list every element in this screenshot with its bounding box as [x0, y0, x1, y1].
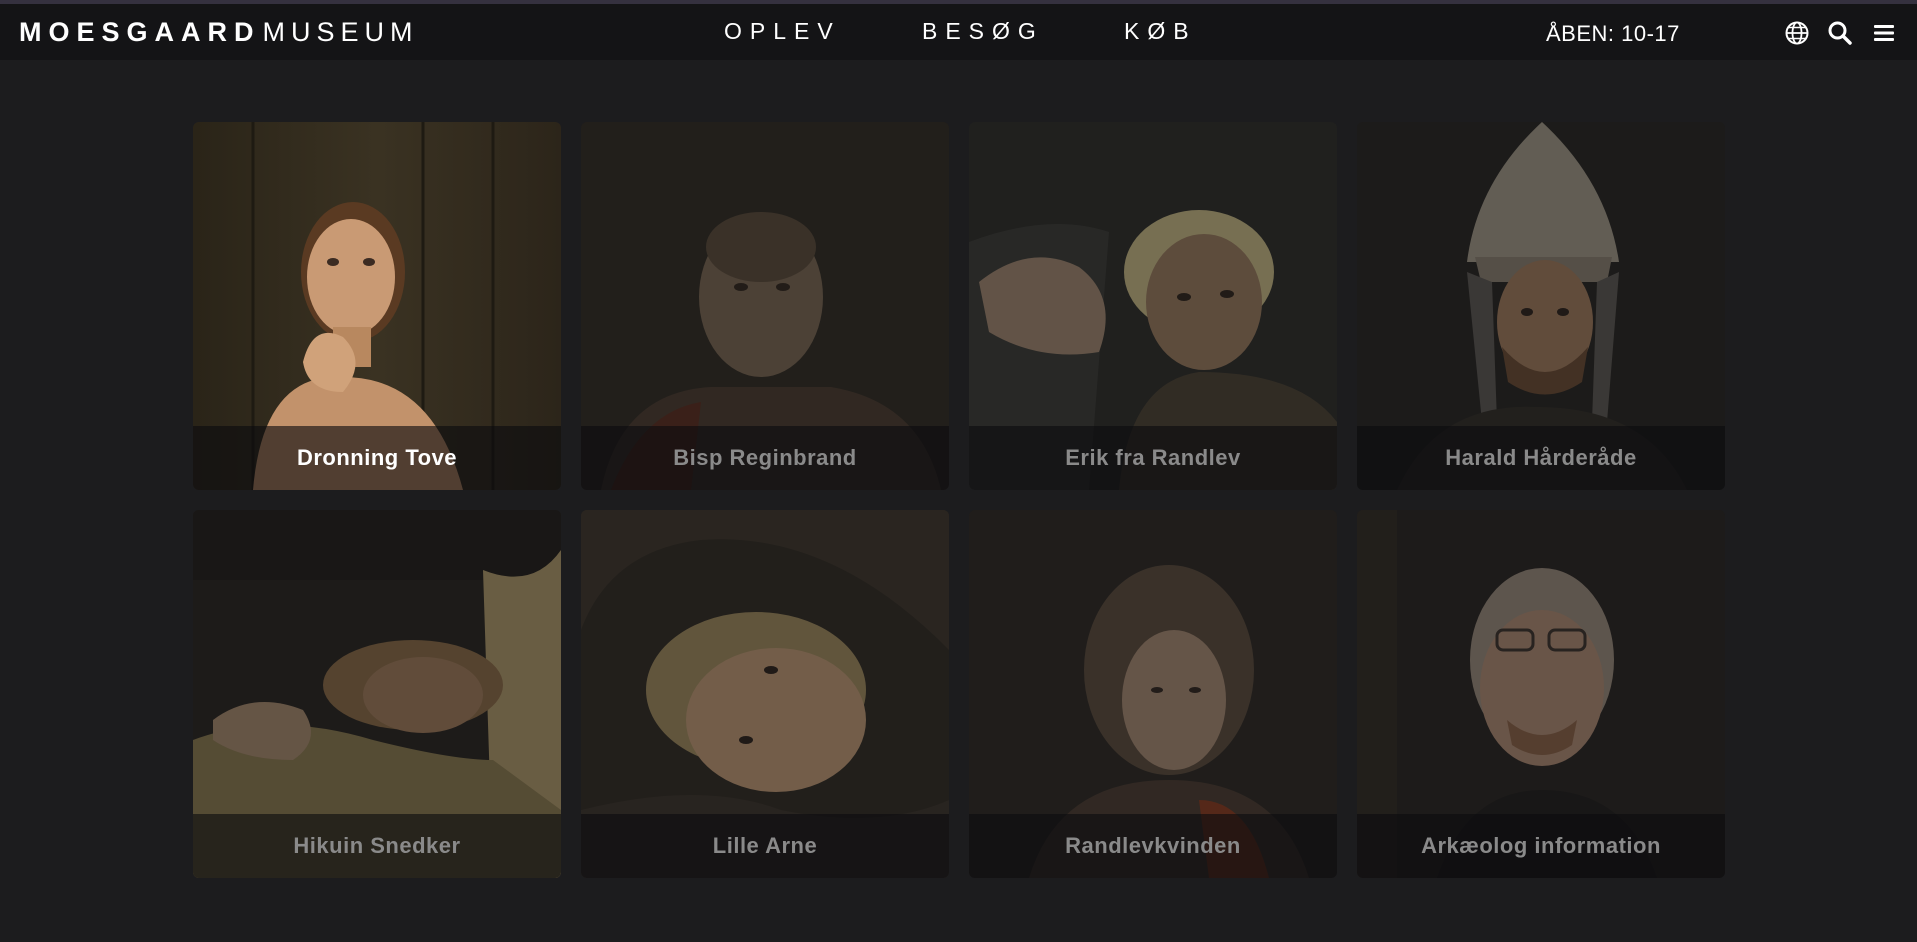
card-title: Arkæolog information	[1421, 833, 1661, 858]
card-caption: Arkæolog information	[1357, 814, 1725, 878]
card-randlevkvinden[interactable]: Randlevkvinden	[969, 510, 1337, 878]
menu-icon[interactable]	[1871, 20, 1897, 46]
card-caption: Bisp Reginbrand	[581, 426, 949, 490]
museum-logo[interactable]: MOESGAARD MUSEUM	[19, 16, 419, 48]
card-title: Dronning Tove	[296, 445, 458, 470]
card-title: Erik fra Randlev	[1065, 445, 1241, 470]
card-caption: Hikuin Snedker	[193, 814, 561, 878]
card-caption: Harald Hårderåde	[1357, 426, 1725, 490]
card-caption: Lille Arne	[581, 814, 949, 878]
card-title: Harald Hårderåde	[1445, 445, 1637, 470]
navbar: MOESGAARD MUSEUM OPLEV BESØG KØB ÅBEN: 1…	[0, 4, 1917, 60]
nav-kob[interactable]: KØB	[1124, 18, 1197, 45]
card-arkaeolog-information[interactable]: Arkæolog information	[1357, 510, 1725, 878]
logo-text-bold: MOESGAARD	[19, 16, 261, 47]
card-title: Hikuin Snedker	[293, 833, 461, 858]
globe-icon[interactable]	[1784, 20, 1810, 46]
card-title: Bisp Reginbrand	[673, 445, 857, 470]
card-title: Randlevkvinden	[1065, 833, 1241, 858]
card-title: Lille Arne	[712, 833, 818, 858]
card-caption: Randlevkvinden	[969, 814, 1337, 878]
card-dronning-tove[interactable]: Dronning Tove	[193, 122, 561, 490]
card-bisp-reginbrand[interactable]: Bisp Reginbrand	[581, 122, 949, 490]
logo-text-light: MUSEUM	[262, 16, 419, 47]
nav-oplev[interactable]: OPLEV	[724, 18, 841, 45]
card-caption: Erik fra Randlev	[969, 426, 1337, 490]
card-hikuin-snedker[interactable]: Hikuin Snedker	[193, 510, 561, 878]
opening-hours: ÅBEN: 10-17	[1546, 21, 1680, 46]
nav-besog[interactable]: BESØG	[922, 18, 1044, 45]
card-caption: Dronning Tove	[193, 426, 561, 490]
card-lille-arne[interactable]: Lille Arne	[581, 510, 949, 878]
card-harald-harderade[interactable]: Harald Hårderåde	[1357, 122, 1725, 490]
card-erik-fra-randlev[interactable]: Erik fra Randlev	[969, 122, 1337, 490]
search-icon[interactable]	[1827, 20, 1853, 46]
